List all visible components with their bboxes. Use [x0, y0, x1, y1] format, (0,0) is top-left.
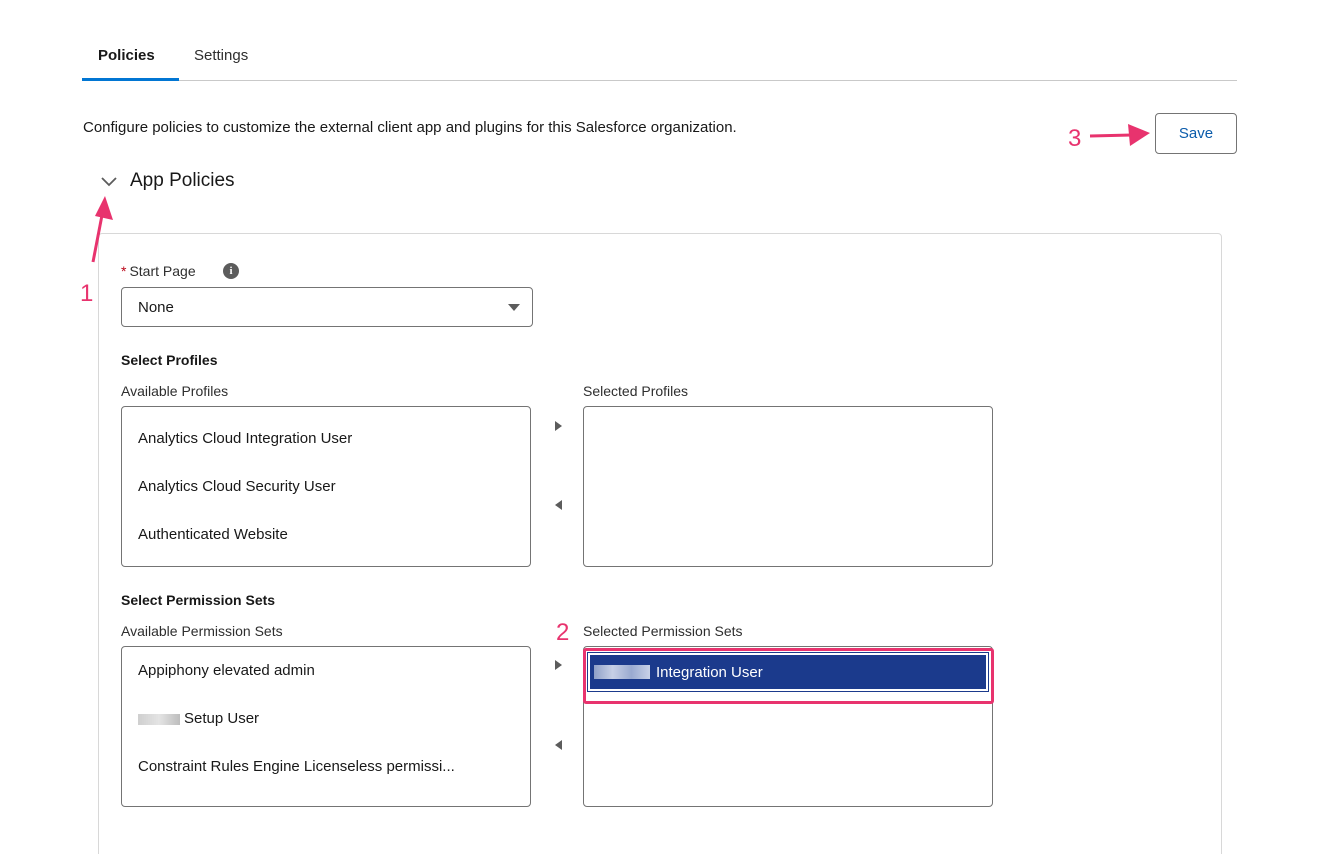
selected-permission-sets-label: Selected Permission Sets [583, 623, 743, 639]
list-item[interactable]: Constraint Rules Engine Licenseless perm… [138, 758, 455, 775]
arrow-left-icon [554, 500, 562, 510]
caret-down-icon [508, 304, 520, 311]
start-page-select[interactable]: None [121, 287, 533, 327]
move-right-profiles-button[interactable] [550, 418, 566, 434]
list-item[interactable]: Authenticated Website [138, 526, 288, 543]
annotation-number-2: 2 [556, 619, 570, 646]
list-item[interactable]: Analytics Cloud Security User [138, 478, 336, 495]
list-item[interactable]: Setup User [138, 710, 259, 727]
app-policies-section-toggle[interactable]: App Policies [98, 170, 235, 192]
annotation-arrow-3 [1089, 124, 1150, 146]
tab-bar: Policies Settings [82, 40, 1237, 81]
selected-permission-sets-listbox[interactable]: Integration User [583, 646, 993, 807]
select-profiles-heading: Select Profiles [121, 352, 218, 368]
available-profiles-listbox[interactable]: Analytics Cloud Integration User Analyti… [121, 406, 531, 567]
select-permission-sets-heading: Select Permission Sets [121, 592, 276, 608]
start-page-label: * Start Page [121, 263, 196, 279]
available-permission-sets-listbox[interactable]: Appiphony elevated admin Setup User Cons… [121, 646, 531, 807]
arrow-left-icon [554, 740, 562, 750]
move-left-permission-sets-button[interactable] [550, 737, 566, 753]
annotation-arrow-1 [91, 196, 113, 263]
info-icon[interactable]: i [223, 263, 239, 279]
chevron-down-icon [101, 177, 117, 187]
page-description: Configure policies to customize the exte… [83, 119, 737, 136]
available-profiles-label: Available Profiles [121, 383, 229, 399]
list-item[interactable]: Appiphony elevated admin [138, 662, 315, 679]
section-title: App Policies [130, 170, 235, 191]
arrow-right-icon [554, 421, 562, 431]
move-right-permission-sets-button[interactable] [550, 657, 566, 673]
available-permission-sets-label: Available Permission Sets [121, 623, 283, 639]
start-page-value: None [138, 299, 174, 316]
list-item-label: Setup User [184, 710, 260, 727]
redacted-text [138, 713, 180, 725]
selected-profiles-listbox[interactable] [583, 406, 993, 567]
tab-policies[interactable]: Policies [98, 47, 155, 64]
move-left-profiles-button[interactable] [550, 497, 566, 513]
annotation-number-1: 1 [80, 280, 94, 307]
selected-profiles-label: Selected Profiles [583, 383, 689, 399]
start-page-label-text: Start Page [129, 263, 196, 279]
selected-item-label: Integration User [656, 663, 763, 681]
selected-permission-set-item[interactable]: Integration User [587, 652, 989, 692]
active-tab-indicator [82, 78, 179, 81]
save-button[interactable]: Save [1155, 113, 1237, 154]
arrow-right-icon [554, 660, 562, 670]
redacted-text [594, 665, 650, 679]
tab-settings[interactable]: Settings [194, 47, 248, 64]
annotation-number-3: 3 [1068, 125, 1082, 152]
list-item[interactable]: Analytics Cloud Integration User [138, 430, 352, 447]
